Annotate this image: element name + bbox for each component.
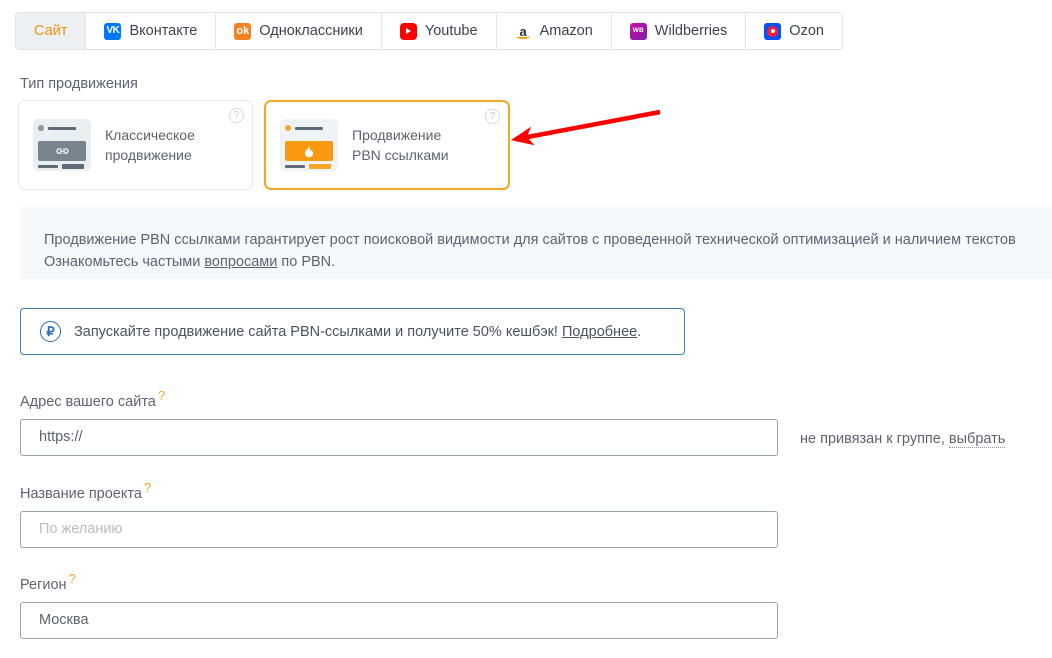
page-with-flame-icon — [280, 119, 338, 171]
ozon-inner-circle-icon — [767, 25, 779, 37]
cashback-text-prefix: Запускайте продвижение сайта PBN-ссылкам… — [74, 323, 562, 340]
page-with-link-icon — [33, 119, 91, 171]
link-chain-icon — [55, 148, 69, 154]
region-input[interactable] — [20, 601, 778, 639]
site-address-field-group: Адрес вашего сайта? — [20, 388, 778, 456]
tab-youtube-label: Youtube — [424, 22, 478, 39]
promotion-type-cards: ? Классическое продвижение ? Продвижение… — [18, 100, 510, 190]
required-marker: ? — [68, 571, 76, 586]
site-address-input[interactable] — [20, 418, 778, 456]
tab-ozon-label: Ozon — [789, 22, 824, 39]
flame-icon — [304, 145, 314, 157]
help-icon-pbn[interactable]: ? — [485, 109, 500, 124]
tab-vkontakte[interactable]: VK Вконтакте — [86, 13, 217, 49]
help-icon-classic[interactable]: ? — [229, 108, 244, 123]
wildberries-icon: WB — [629, 22, 647, 40]
card-line-1: Классическое — [105, 126, 195, 143]
cashback-text-suffix: . — [637, 323, 642, 340]
cashback-banner: ₽ Запускайте продвижение сайта PBN-ссылк… — [20, 308, 685, 355]
tab-wildberries[interactable]: WB Wildberries — [611, 13, 747, 49]
pbn-info-line-2: Ознакомьтесь частыми вопросами по PBN. — [44, 251, 1028, 273]
ozon-dot-icon — [770, 29, 775, 33]
mini-bar — [285, 164, 306, 168]
faq-link[interactable]: вопросами — [204, 254, 277, 270]
play-triangle-icon — [406, 28, 412, 34]
choose-group-link[interactable]: выбрать — [948, 431, 1006, 448]
card-line-2: продвижение — [105, 147, 192, 163]
wildberries-icon-text: WB — [632, 26, 644, 34]
group-binding-text: не привязан к группе, — [800, 431, 949, 447]
promotion-setup-page: Сайт VK Вконтакте ok Одноклассники Youtu… — [0, 0, 1052, 658]
tab-ozon[interactable]: Ozon — [746, 13, 842, 49]
mini-header-row — [38, 125, 86, 131]
mini-footer-row — [38, 163, 86, 169]
ok-icon-text: ok — [236, 24, 250, 37]
tab-wildberries-label: Wildberries — [654, 22, 728, 39]
tab-amazon-label: Amazon — [539, 22, 593, 39]
cashback-details-link[interactable]: Подробнее — [562, 324, 637, 340]
group-binding-note: не привязан к группе, выбрать — [800, 431, 1006, 448]
amazon-icon: a — [515, 23, 532, 40]
cashback-text: Запускайте продвижение сайта PBN-ссылкам… — [74, 324, 641, 340]
tab-site-label: Сайт — [34, 22, 68, 39]
region-label-text: Регион — [20, 576, 67, 593]
promotion-card-pbn[interactable]: ? Продвижение PBN ссылками — [264, 100, 510, 190]
tab-amazon[interactable]: a Amazon — [496, 13, 612, 49]
pbn-info-line-2-suffix: по PBN. — [277, 254, 336, 271]
mini-bar — [309, 163, 332, 169]
amazon-smile-icon — [515, 34, 530, 39]
card-line-2: PBN ссылками — [352, 147, 449, 163]
project-name-field-group: Название проекта? — [20, 480, 778, 548]
pbn-info-banner: Продвижение PBN ссылками гарантирует рос… — [20, 207, 1052, 279]
pbn-info-line-1: Продвижение PBN ссылками гарантирует рос… — [44, 232, 1016, 248]
region-field-group: Регион? — [20, 571, 778, 639]
ruble-circle-icon: ₽ — [40, 321, 61, 342]
mini-dot-icon — [38, 125, 44, 131]
tab-site[interactable]: Сайт — [16, 13, 87, 49]
required-marker: ? — [143, 480, 152, 495]
mini-footer-row — [285, 163, 333, 169]
mini-bar — [62, 163, 85, 169]
vk-icon-text: VK — [106, 25, 120, 36]
mini-content-box — [38, 141, 86, 161]
mini-bar — [38, 164, 59, 168]
tab-youtube[interactable]: Youtube — [381, 13, 497, 49]
ozon-icon — [764, 22, 782, 40]
tab-vkontakte-label: Вконтакте — [129, 22, 198, 39]
mini-bar — [295, 126, 323, 130]
mini-dot-icon — [285, 125, 291, 131]
required-marker: ? — [157, 388, 166, 403]
site-address-label-text: Адрес вашего сайта — [20, 393, 156, 410]
platform-tabbar: Сайт VK Вконтакте ok Одноклассники Youtu… — [15, 12, 843, 50]
pbn-info-line-2-prefix: Ознакомьтесь частыми — [44, 254, 205, 271]
region-label: Регион? — [20, 571, 778, 593]
promotion-card-classic-text: Классическое продвижение — [105, 125, 195, 166]
promotion-card-pbn-text: Продвижение PBN ссылками — [352, 125, 449, 166]
site-address-label: Адрес вашего сайта? — [20, 388, 778, 410]
promotion-type-label: Тип продвижения — [20, 76, 138, 92]
project-name-label: Название проекта? — [20, 480, 778, 502]
vk-icon: VK — [104, 22, 122, 40]
tab-odnoklassniki[interactable]: ok Одноклассники — [216, 13, 382, 49]
red-pointer-arrow — [510, 109, 661, 146]
project-name-label-text: Название проекта — [20, 485, 142, 502]
tab-odnoklassniki-label: Одноклассники — [259, 22, 363, 39]
mini-bar — [48, 126, 76, 130]
odnoklassniki-icon: ok — [234, 22, 252, 40]
card-line-1: Продвижение — [352, 126, 442, 143]
project-name-input[interactable] — [20, 510, 778, 548]
mini-content-box — [285, 141, 333, 161]
promotion-card-classic[interactable]: ? Классическое продвижение — [18, 100, 253, 190]
mini-header-row — [285, 125, 333, 131]
youtube-icon — [399, 22, 417, 40]
